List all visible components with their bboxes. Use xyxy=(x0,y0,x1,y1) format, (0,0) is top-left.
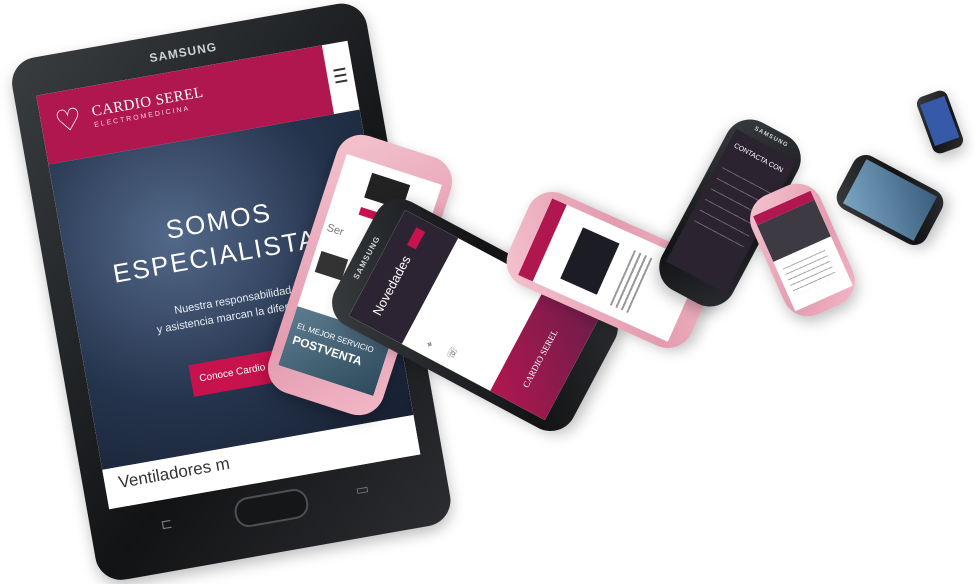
hamburger-menu-icon[interactable] xyxy=(321,40,360,115)
header-bar xyxy=(518,198,567,282)
black-phone-8 xyxy=(914,88,966,156)
phone-icon: ☏ xyxy=(445,344,461,362)
monitor-image xyxy=(560,227,620,295)
black-phone-8-screen xyxy=(919,95,960,147)
footer-logo-name: CARDIO SEREL xyxy=(520,327,560,390)
partial-text: Ser xyxy=(325,221,346,239)
text-lines xyxy=(609,250,653,314)
contact-info: ⌖ ☏ xyxy=(424,265,510,368)
news-heading: Novedades xyxy=(369,252,414,319)
text-lines xyxy=(782,249,838,297)
black-phone-7 xyxy=(831,150,949,250)
news-button xyxy=(406,227,426,250)
home-button xyxy=(232,486,311,530)
pink-phone-6-screen xyxy=(752,190,853,312)
phone-brand-label: SAMSUNG xyxy=(148,39,219,66)
heart-logo-icon: ♡ xyxy=(52,102,85,140)
location-icon: ⌖ xyxy=(424,339,437,350)
black-phone-7-screen xyxy=(842,159,938,241)
recent-apps-icon: ▭ xyxy=(354,479,371,499)
back-key-icon: ⊏ xyxy=(159,514,174,533)
contact-heading: CONTACTA CON xyxy=(732,142,784,175)
